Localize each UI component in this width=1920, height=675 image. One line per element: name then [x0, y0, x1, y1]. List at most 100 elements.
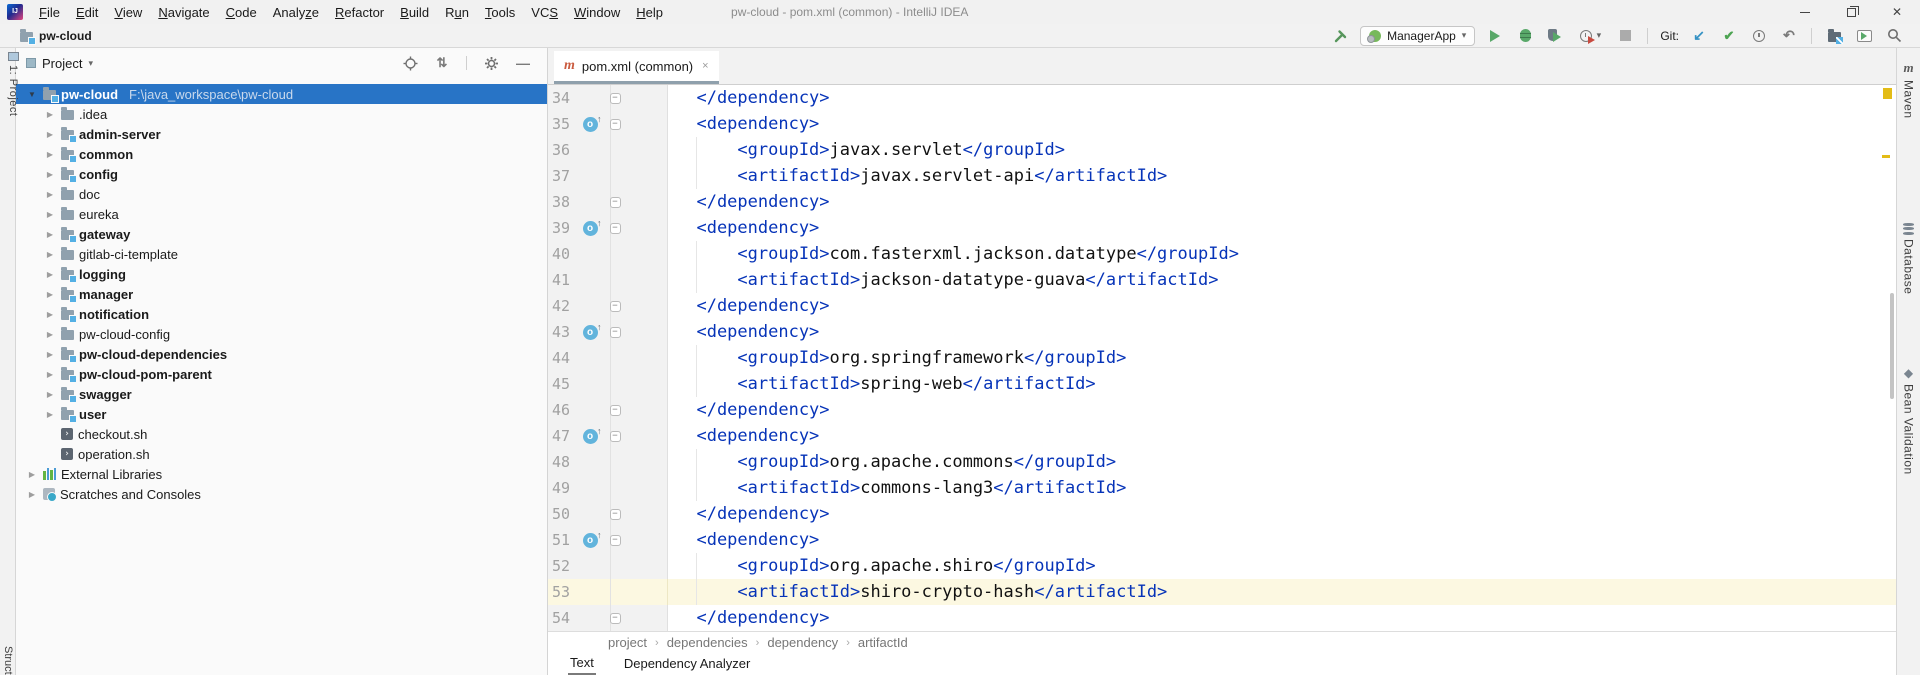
chevron-right-icon[interactable]: ▶: [44, 330, 56, 339]
chevron-right-icon[interactable]: ▶: [26, 490, 38, 499]
chevron-expanded-icon[interactable]: ▼: [26, 90, 38, 99]
tree-item-eureka[interactable]: ▶eureka: [16, 204, 547, 224]
menu-refactor[interactable]: Refactor: [327, 5, 392, 20]
code-line-46[interactable]: 46−</dependency>: [548, 397, 1896, 423]
fold-region-icon[interactable]: −: [610, 327, 621, 338]
code-line-38[interactable]: 38−</dependency>: [548, 189, 1896, 215]
git-commit-icon[interactable]: ✔: [1719, 27, 1739, 45]
code-text[interactable]: <artifactId>jackson-datatype-guava</arti…: [668, 267, 1896, 293]
code-line-40[interactable]: 40<groupId>com.fasterxml.jackson.datatyp…: [548, 241, 1896, 267]
tree-item-pw-cloud-dependencies[interactable]: ▶pw-cloud-dependencies: [16, 344, 547, 364]
code-text[interactable]: </dependency>: [668, 501, 1896, 527]
chevron-right-icon[interactable]: ▶: [44, 270, 56, 279]
code-text[interactable]: <dependency>: [668, 527, 1896, 553]
chevron-right-icon[interactable]: ▶: [44, 230, 56, 239]
breadcrumb-dependency[interactable]: dependency: [767, 635, 838, 650]
code-text[interactable]: <groupId>com.fasterxml.jackson.datatype<…: [668, 241, 1896, 267]
collapse-all-icon[interactable]: ⇅: [432, 54, 452, 72]
close-tab-icon[interactable]: ×: [702, 60, 708, 72]
chevron-down-icon[interactable]: ▾: [88, 58, 93, 69]
tree-item-scratches-and-consoles[interactable]: ▶Scratches and Consoles: [16, 484, 547, 504]
code-line-36[interactable]: 36<groupId>javax.servlet</groupId>: [548, 137, 1896, 163]
code-text[interactable]: <dependency>: [668, 319, 1896, 345]
structure-tool-window-button[interactable]: Structure: [2, 646, 14, 675]
fold-region-icon[interactable]: −: [610, 509, 621, 520]
code-text[interactable]: </dependency>: [668, 293, 1896, 319]
editor-tab-pom-xml[interactable]: m pom.xml (common) ×: [554, 51, 719, 84]
chevron-right-icon[interactable]: ▶: [44, 170, 56, 179]
code-line-52[interactable]: 52<groupId>org.apache.shiro</groupId>: [548, 553, 1896, 579]
close-button[interactable]: ✕: [1874, 0, 1920, 24]
override-gutter-icon[interactable]: o: [583, 325, 598, 340]
code-text[interactable]: <artifactId>commons-lang3</artifactId>: [668, 475, 1896, 501]
chevron-right-icon[interactable]: ▶: [44, 110, 56, 119]
menu-tools[interactable]: Tools: [477, 5, 523, 20]
chevron-right-icon[interactable]: ▶: [44, 390, 56, 399]
code-line-47[interactable]: 47o−<dependency>: [548, 423, 1896, 449]
chevron-right-icon[interactable]: ▶: [44, 210, 56, 219]
tree-item-gateway[interactable]: ▶gateway: [16, 224, 547, 244]
tree-item-checkout-sh[interactable]: checkout.sh: [16, 424, 547, 444]
rollback-icon[interactable]: ↶: [1779, 27, 1799, 45]
profiler-icon[interactable]: ▾: [1575, 27, 1605, 45]
tree-item-swagger[interactable]: ▶swagger: [16, 384, 547, 404]
breadcrumb-dependencies[interactable]: dependencies: [667, 635, 748, 650]
tree-item--idea[interactable]: ▶.idea: [16, 104, 547, 124]
tree-item-pw-cloud-config[interactable]: ▶pw-cloud-config: [16, 324, 547, 344]
override-gutter-icon[interactable]: o: [583, 429, 598, 444]
menu-code[interactable]: Code: [218, 5, 265, 20]
reveal-in-explorer-icon[interactable]: [1824, 27, 1844, 45]
chevron-right-icon[interactable]: ▶: [44, 410, 56, 419]
chevron-right-icon[interactable]: ▶: [44, 290, 56, 299]
tree-item-pw-cloud-root[interactable]: ▼pw-cloudF:\java_workspace\pw-cloud: [16, 84, 547, 104]
tree-item-admin-server[interactable]: ▶admin-server: [16, 124, 547, 144]
debug-icon[interactable]: [1515, 27, 1535, 45]
build-hammer-icon[interactable]: [1330, 27, 1350, 45]
code-text[interactable]: <artifactId>spring-web</artifactId>: [668, 371, 1896, 397]
code-line-35[interactable]: 35o−<dependency>: [548, 111, 1896, 137]
minimize-button[interactable]: [1782, 0, 1828, 24]
code-line-34[interactable]: 34−</dependency>: [548, 85, 1896, 111]
project-panel-title[interactable]: Project: [42, 56, 82, 71]
code-line-41[interactable]: 41<artifactId>jackson-datatype-guava</ar…: [548, 267, 1896, 293]
code-text[interactable]: <groupId>org.apache.commons</groupId>: [668, 449, 1896, 475]
toolbar-project-widget[interactable]: pw-cloud: [20, 29, 92, 43]
menu-file[interactable]: File: [31, 5, 68, 20]
locate-icon[interactable]: [400, 54, 420, 72]
code-text[interactable]: <dependency>: [668, 423, 1896, 449]
chevron-right-icon[interactable]: ▶: [26, 470, 38, 479]
fold-region-icon[interactable]: −: [610, 223, 621, 234]
chevron-right-icon[interactable]: ▶: [44, 350, 56, 359]
code-line-43[interactable]: 43o−<dependency>: [548, 319, 1896, 345]
restore-button[interactable]: [1828, 0, 1874, 24]
code-text[interactable]: <groupId>javax.servlet</groupId>: [668, 137, 1896, 163]
fold-region-icon[interactable]: −: [610, 405, 621, 416]
fold-region-icon[interactable]: −: [610, 431, 621, 442]
menu-navigate[interactable]: Navigate: [150, 5, 217, 20]
history-icon[interactable]: [1749, 27, 1769, 45]
bottom-tab-text[interactable]: Text: [568, 654, 596, 675]
code-line-48[interactable]: 48<groupId>org.apache.commons</groupId>: [548, 449, 1896, 475]
code-line-39[interactable]: 39o−<dependency>: [548, 215, 1896, 241]
code-line-45[interactable]: 45<artifactId>spring-web</artifactId>: [548, 371, 1896, 397]
maven-tool-window-button[interactable]: mMaven: [1902, 60, 1916, 119]
fold-region-icon[interactable]: −: [610, 301, 621, 312]
code-line-42[interactable]: 42−</dependency>: [548, 293, 1896, 319]
code-line-49[interactable]: 49<artifactId>commons-lang3</artifactId>: [548, 475, 1896, 501]
override-gutter-icon[interactable]: o: [583, 533, 598, 548]
code-line-54[interactable]: 54−</dependency>: [548, 605, 1896, 631]
chevron-right-icon[interactable]: ▶: [44, 150, 56, 159]
tree-item-notification[interactable]: ▶notification: [16, 304, 547, 324]
settings-gear-icon[interactable]: [481, 54, 501, 72]
code-text[interactable]: <groupId>org.springframework</groupId>: [668, 345, 1896, 371]
menu-vcs[interactable]: VCS: [523, 5, 566, 20]
tree-item-pw-cloud-pom-parent[interactable]: ▶pw-cloud-pom-parent: [16, 364, 547, 384]
chevron-right-icon[interactable]: ▶: [44, 190, 56, 199]
menu-view[interactable]: View: [106, 5, 150, 20]
code-text[interactable]: <dependency>: [668, 215, 1896, 241]
git-update-icon[interactable]: ↙: [1689, 27, 1709, 45]
fold-region-icon[interactable]: −: [610, 535, 621, 546]
tree-item-external-libraries[interactable]: ▶External Libraries: [16, 464, 547, 484]
code-text[interactable]: </dependency>: [668, 189, 1896, 215]
tree-item-logging[interactable]: ▶logging: [16, 264, 547, 284]
